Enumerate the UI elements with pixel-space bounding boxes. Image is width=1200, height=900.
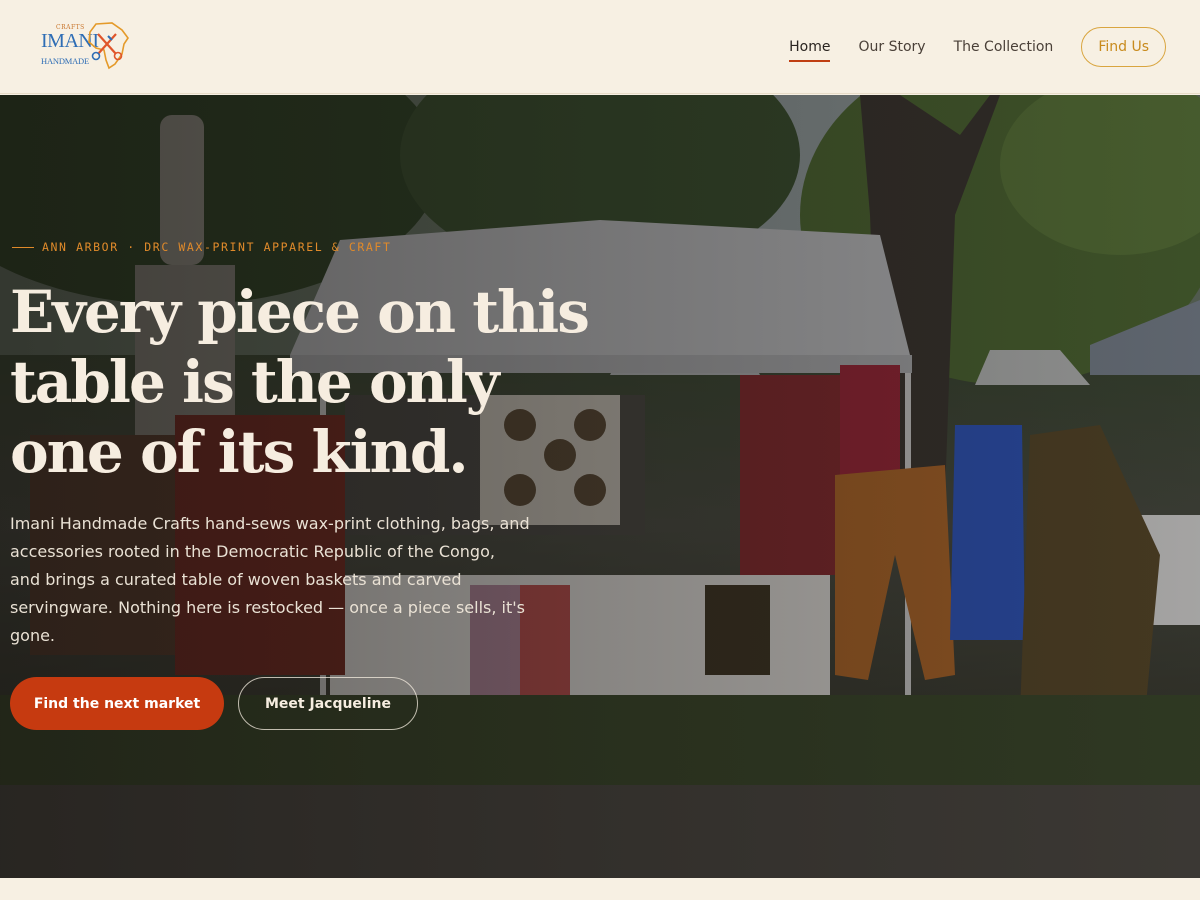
find-us-button[interactable]: Find Us [1081, 27, 1166, 67]
hero-headline: Every piece on this table is the only on… [10, 278, 590, 486]
nav-home[interactable]: Home [789, 33, 831, 62]
hero-section: ANN ARBOR · DRC WAX-PRINT APPAREL & CRAF… [0, 95, 1200, 878]
eyebrow-text: ANN ARBOR · DRC WAX-PRINT APPAREL & CRAF… [42, 240, 392, 254]
meet-jacqueline-button[interactable]: Meet Jacqueline [238, 677, 418, 730]
next-section-strip [0, 878, 1200, 900]
nav-our-story[interactable]: Our Story [858, 33, 925, 61]
find-next-market-button[interactable]: Find the next market [10, 677, 224, 730]
brand-logo[interactable]: CRAFTS IMANI HANDMADE [38, 18, 134, 74]
africa-scissors-icon [88, 22, 129, 70]
hero-lede: Imani Handmade Crafts hand-sews wax-prin… [10, 514, 530, 645]
site-header: CRAFTS IMANI HANDMADE Home Our Story The… [0, 0, 1200, 94]
hero-eyebrow: ANN ARBOR · DRC WAX-PRINT APPAREL & CRAF… [12, 240, 391, 254]
eyebrow-rule [12, 246, 34, 248]
nav-the-collection[interactable]: The Collection [954, 33, 1054, 61]
main-nav: Home Our Story The Collection Find Us [789, 26, 1166, 68]
